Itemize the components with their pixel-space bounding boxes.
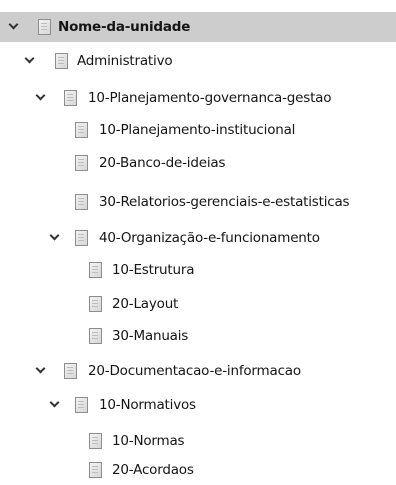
document-icon — [64, 363, 77, 379]
tree-item-label: 40-Organização-e-funcionamento — [99, 230, 320, 246]
tree-item-acordaos[interactable]: 20-Acordaos — [0, 455, 396, 485]
tree-item-planejamento-governanca-gestao[interactable]: 10-Planejamento-governanca-gestao — [0, 83, 396, 113]
document-icon — [75, 155, 88, 171]
tree-item-label: 20-Layout — [112, 296, 179, 312]
tree-item-label: 10-Normativos — [99, 397, 196, 413]
document-icon — [38, 19, 51, 35]
chevron-down-icon[interactable] — [31, 83, 51, 113]
tree-item-documentacao-e-informacao[interactable]: 20-Documentacao-e-informacao — [0, 356, 396, 386]
tree-item-manuais[interactable]: 30-Manuais — [0, 321, 396, 351]
tree-item-label: 20-Banco-de-ideias — [99, 155, 226, 171]
document-icon — [89, 262, 102, 278]
document-icon — [75, 194, 88, 210]
document-icon — [89, 462, 102, 478]
document-icon — [89, 328, 102, 344]
chevron-down-icon[interactable] — [31, 356, 51, 386]
chevron-down-icon[interactable] — [45, 223, 65, 253]
tree-item-label: 30-Manuais — [112, 328, 189, 344]
tree-item-relatorios-gerenciais-e-estatisticas[interactable]: 30-Relatorios-gerenciais-e-estatisticas — [0, 187, 396, 217]
tree-item-banco-de-ideias[interactable]: 20-Banco-de-ideias — [0, 148, 396, 178]
tree-item-nome-da-unidade[interactable]: Nome-da-unidade — [0, 12, 396, 42]
tree-item-layout[interactable]: 20-Layout — [0, 289, 396, 319]
tree-item-label: 20-Acordaos — [112, 462, 194, 478]
tree-item-label: Nome-da-unidade — [58, 19, 191, 35]
document-icon — [89, 296, 102, 312]
document-icon — [89, 433, 102, 449]
tree-item-planejamento-institucional[interactable]: 10-Planejamento-institucional — [0, 115, 396, 145]
tree-item-administrativo[interactable]: Administrativo — [0, 46, 396, 76]
document-icon — [64, 90, 77, 106]
document-icon — [55, 53, 68, 69]
tree-item-label: 20-Documentacao-e-informacao — [88, 363, 301, 379]
tree-item-label: 10-Estrutura — [112, 262, 195, 278]
tree-item-label: 10-Planejamento-institucional — [99, 122, 296, 138]
document-icon — [75, 397, 88, 413]
tree-item-organizacao-e-funcionamento[interactable]: 40-Organização-e-funcionamento — [0, 223, 396, 253]
tree-item-label: Administrativo — [77, 53, 173, 69]
chevron-down-icon[interactable] — [20, 46, 40, 76]
tree-item-normativos[interactable]: 10-Normativos — [0, 390, 396, 420]
tree-item-label: 10-Planejamento-governanca-gestao — [88, 90, 332, 106]
document-icon — [75, 230, 88, 246]
tree-item-normas[interactable]: 10-Normas — [0, 426, 396, 456]
tree-item-label: 30-Relatorios-gerenciais-e-estatisticas — [99, 194, 350, 210]
document-icon — [75, 122, 88, 138]
chevron-down-icon[interactable] — [45, 390, 65, 420]
chevron-down-icon[interactable] — [4, 12, 24, 42]
folder-tree: Nome-da-unidade Administrativo 10-Planej… — [0, 0, 396, 485]
tree-item-estrutura[interactable]: 10-Estrutura — [0, 255, 396, 285]
tree-item-label: 10-Normas — [112, 433, 185, 449]
